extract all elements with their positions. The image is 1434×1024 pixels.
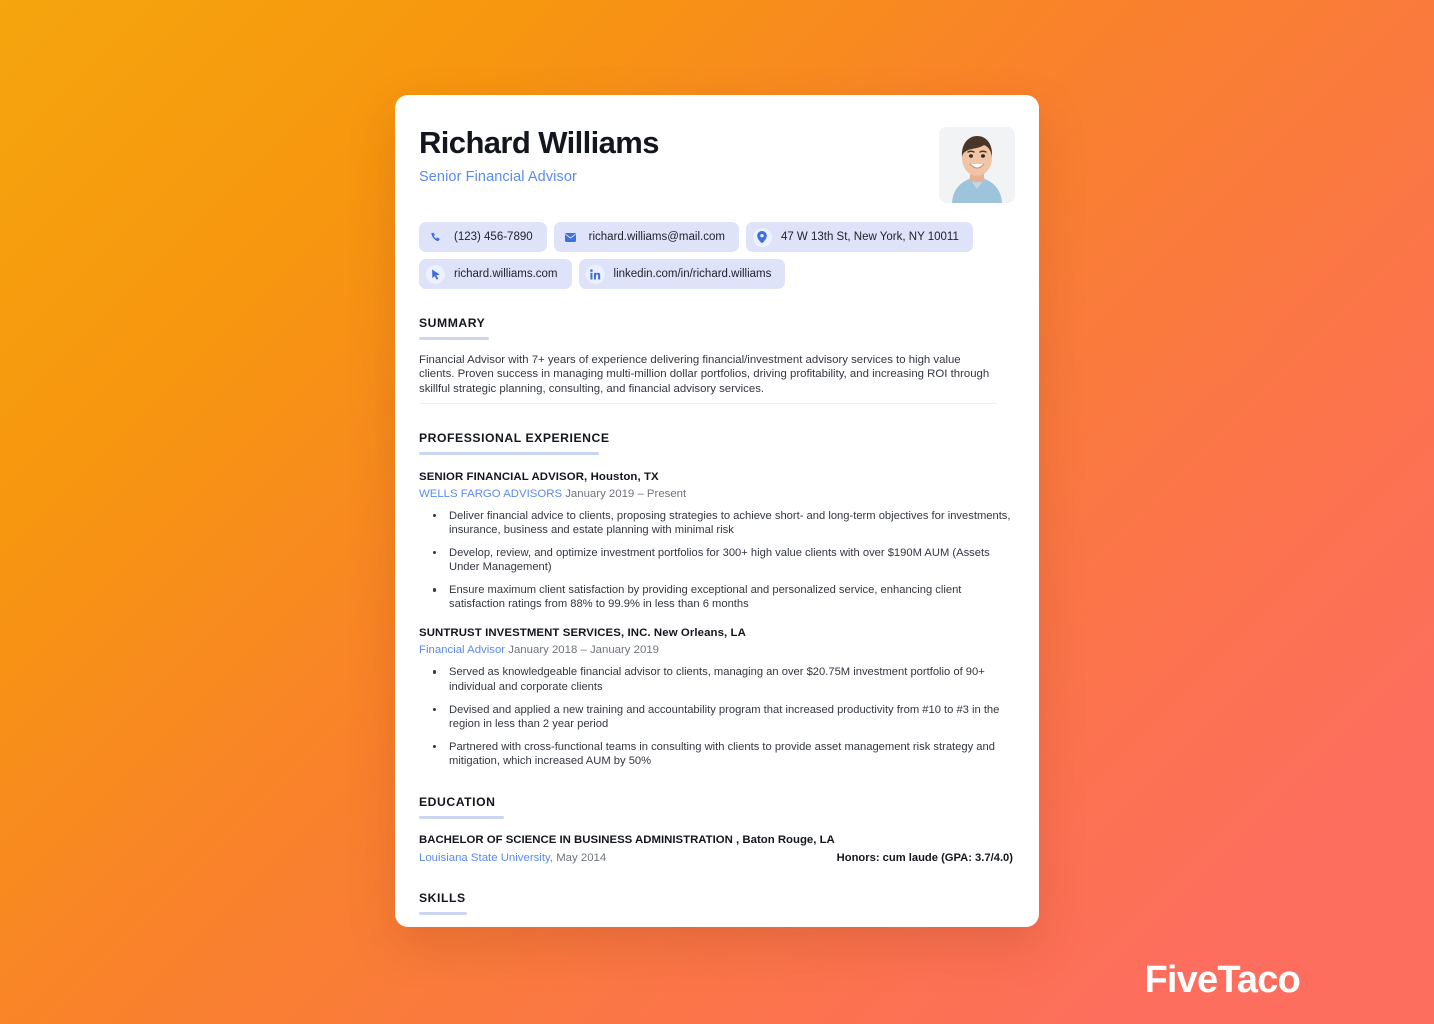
contact-line-1: (123) 456-7890 richard.williams@mail.com — [419, 222, 1015, 252]
page-title: Richard Williams — [419, 125, 660, 160]
contact-pill-linkedin[interactable]: linkedin.com/in/richard.williams — [578, 259, 786, 289]
job-meta-2: Financial Advisor January 2018 – January… — [419, 644, 1015, 656]
contact-value-website: richard.williams.com — [454, 268, 558, 280]
section-skills: SKILLS MS Office MS Project Salesforce, … — [419, 889, 1015, 927]
job-dates-2: January 2018 – January 2019 — [508, 644, 660, 657]
list-item: Ensure maximum client satisfaction by pr… — [419, 583, 1015, 611]
job-title-subheading: Senior Financial Advisor — [419, 168, 577, 185]
job-dates-1: January 2019 – Present — [565, 487, 687, 500]
contact-pill-website[interactable]: richard.williams.com — [419, 259, 572, 289]
resume-card: Richard Williams Senior Financial Adviso… — [395, 95, 1039, 927]
contact-pill-email[interactable]: richard.williams@mail.com — [553, 222, 739, 252]
section-experience: PROFESSIONAL EXPERIENCE SENIOR FINANCIAL… — [419, 429, 1015, 768]
contact-value-address: 47 W 13th St, New York, NY 10011 — [780, 231, 959, 243]
contact-value-email: richard.williams@mail.com — [588, 231, 725, 243]
location-pin-icon — [752, 227, 772, 247]
contact-pill-phone[interactable]: (123) 456-7890 — [419, 222, 547, 252]
experience-heading-wrap: PROFESSIONAL EXPERIENCE — [419, 429, 1015, 455]
education-heading: EDUCATION — [419, 795, 496, 810]
contact-value-linkedin: linkedin.com/in/richard.williams — [613, 268, 772, 280]
list-item: Devised and applied a new training and a… — [419, 703, 1015, 731]
experience-job-2: SUNTRUST INVESTMENT SERVICES, INC. New O… — [419, 627, 1015, 768]
education-degree: BACHELOR OF SCIENCE IN BUSINESS ADMINIST… — [419, 834, 835, 847]
experience-job-1: SENIOR FINANCIAL ADVISOR, Houston, TX WE… — [419, 471, 1015, 612]
contact-line-2: richard.williams.com linkedin.com/in/ric… — [419, 259, 1015, 289]
list-item: Deliver financial advice to clients, pro… — [419, 509, 1015, 537]
job-bullets-2: Served as knowledgeable financial adviso… — [419, 665, 1015, 768]
education-heading-rule — [419, 816, 504, 820]
skills-heading-wrap: SKILLS — [419, 889, 1015, 916]
job-title-location-2: SUNTRUST INVESTMENT SERVICES, INC. New O… — [419, 627, 746, 640]
section-summary: SUMMARY Financial Advisor with 7+ years … — [419, 314, 1015, 404]
education-school-date: Louisiana State University, May 2014 — [419, 852, 606, 864]
header-identity: Richard Williams Senior Financial Adviso… — [419, 125, 660, 185]
job-meta-1: WELLS FARGO ADVISORS January 2019 – Pres… — [419, 488, 1015, 500]
summary-text: Financial Advisor with 7+ years of exper… — [419, 354, 990, 395]
contact-pill-group: (123) 456-7890 richard.williams@mail.com — [419, 222, 1015, 289]
list-item: Develop, review, and optimize investment… — [419, 546, 1015, 574]
list-item: Served as knowledgeable financial adviso… — [419, 665, 1015, 693]
summary-divider — [419, 402, 997, 404]
education-date: May 2014 — [556, 852, 607, 865]
job-company-2: Financial Advisor — [419, 644, 506, 657]
job-bullets-1: Deliver financial advice to clients, pro… — [419, 509, 1015, 612]
headshot-illustration — [939, 127, 1015, 203]
education-honors: Honors: cum laude (GPA: 3.7/4.0) — [836, 852, 1013, 865]
summary-heading: SUMMARY — [419, 316, 486, 330]
list-item: Partnered with cross-functional teams in… — [419, 740, 1015, 768]
section-education: EDUCATION BACHELOR OF SCIENCE IN BUSINES… — [419, 793, 1015, 864]
brand-logo: FiveTaco — [1144, 959, 1300, 1001]
envelope-icon — [561, 228, 580, 247]
headshot-photo — [939, 127, 1015, 203]
summary-heading-wrap: SUMMARY — [419, 314, 1015, 340]
phone-icon — [426, 228, 445, 247]
resume-header: Richard Williams Senior Financial Adviso… — [419, 125, 1015, 203]
education-meta-row: Louisiana State University, May 2014 Hon… — [419, 852, 1015, 864]
cursor-arrow-icon — [426, 264, 445, 284]
contact-pill-address[interactable]: 47 W 13th St, New York, NY 10011 — [745, 222, 973, 252]
education-entry: BACHELOR OF SCIENCE IN BUSINESS ADMINIST… — [419, 834, 1015, 864]
education-school: Louisiana State University, — [419, 852, 554, 865]
education-heading-wrap: EDUCATION — [419, 793, 1015, 820]
job-title-location-1: SENIOR FINANCIAL ADVISOR, Houston, TX — [419, 470, 659, 483]
skills-heading-rule — [419, 912, 467, 916]
job-company-1: WELLS FARGO ADVISORS — [419, 487, 563, 500]
summary-heading-rule — [419, 337, 489, 340]
experience-heading: PROFESSIONAL EXPERIENCE — [419, 430, 610, 445]
skills-heading: SKILLS — [419, 891, 466, 906]
linkedin-icon — [585, 264, 605, 284]
experience-heading-rule — [419, 451, 599, 455]
contact-value-phone: (123) 456-7890 — [454, 231, 533, 243]
